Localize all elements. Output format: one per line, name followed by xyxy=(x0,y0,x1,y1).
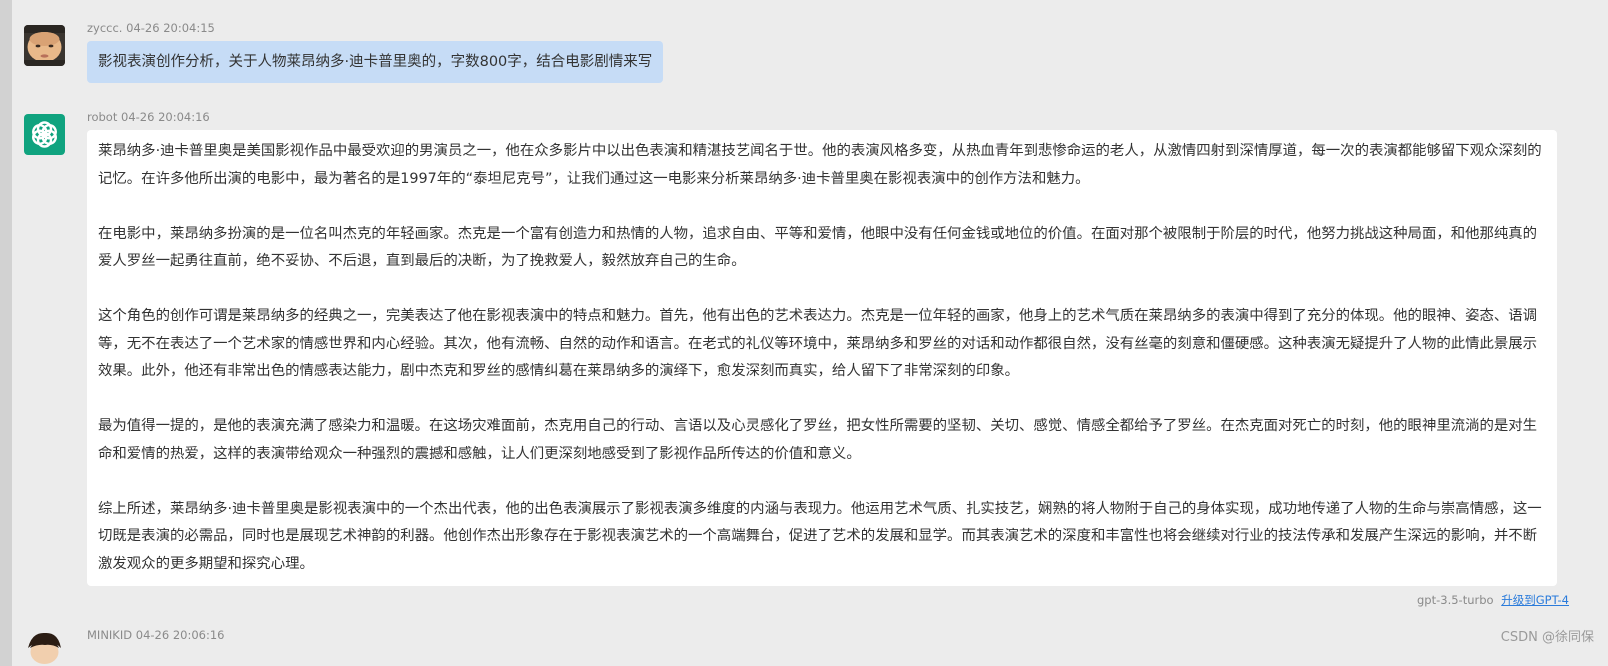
timestamp: 04-26 20:06:16 xyxy=(135,628,225,642)
openai-logo-icon xyxy=(24,114,65,155)
response-paragraph: 莱昂纳多·迪卡普里奥是美国影视作品中最受欢迎的男演员之一，他在众多影片中以出色表… xyxy=(98,143,1542,187)
model-name: gpt-3.5-turbo xyxy=(1417,593,1494,607)
author-name: robot xyxy=(87,110,118,124)
model-info: gpt-3.5-turbo 升级到GPT-4 xyxy=(1417,592,1569,608)
upgrade-link[interactable]: 升级到GPT-4 xyxy=(1501,593,1569,607)
message-meta: robot 04-26 20:04:16 xyxy=(87,110,210,124)
message-meta: zyccc. 04-26 20:04:15 xyxy=(87,21,215,35)
message-text: 影视表演创作分析，关于人物莱昂纳多·迪卡普里奥的，字数800字，结合电影剧情来写 xyxy=(98,54,653,70)
watermark: CSDN @徐同保 xyxy=(1500,630,1594,645)
message-meta: MINIKID 04-26 20:06:16 xyxy=(87,628,225,642)
response-paragraph: 最为值得一提的，是他的表演充满了感染力和温暖。在这场灾难面前，杰克用自己的行动、… xyxy=(98,418,1538,462)
chat-panel: zyccc. 04-26 20:04:15 影视表演创作分析，关于人物莱昂纳多·… xyxy=(12,0,1608,666)
user-photo-avatar[interactable] xyxy=(24,25,65,66)
bot-message-bubble: 莱昂纳多·迪卡普里奥是美国影视作品中最受欢迎的男演员之一，他在众多影片中以出色表… xyxy=(87,130,1557,586)
author-name: MINIKID xyxy=(87,628,133,642)
timestamp: 04-26 20:04:16 xyxy=(121,110,210,124)
user-cartoon-avatar[interactable] xyxy=(24,632,65,666)
timestamp: 04-26 20:04:15 xyxy=(126,21,215,35)
response-paragraph: 在电影中，莱昂纳多扮演的是一位名叫杰克的年轻画家。杰克是一个富有创造力和热情的人… xyxy=(98,225,1538,270)
author-name: zyccc. xyxy=(87,21,123,35)
user-message-bubble: 影视表演创作分析，关于人物莱昂纳多·迪卡普里奥的，字数800字，结合电影剧情来写 xyxy=(87,41,664,83)
response-paragraph: 综上所述，莱昂纳多·迪卡普里奥是影视表演中的一个杰出代表，他的出色表演展示了影视… xyxy=(98,500,1542,572)
response-paragraph: 这个角色的创作可谓是莱昂纳多的经典之一，完美表达了他在影视表演中的特点和魅力。首… xyxy=(98,308,1538,379)
